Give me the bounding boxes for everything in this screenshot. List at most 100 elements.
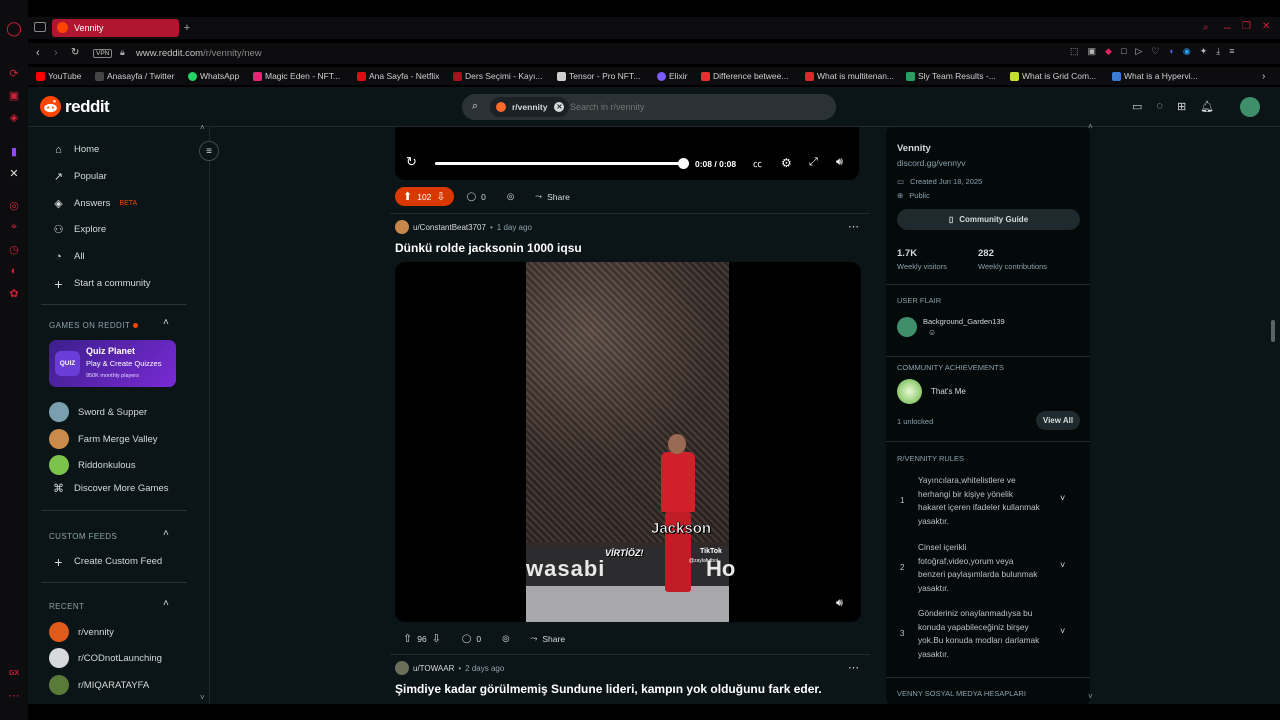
vpn-badge[interactable]: VPN [93, 49, 113, 58]
player-icon[interactable]: ◎ [7, 198, 21, 212]
twitch-icon[interactable]: ▮ [7, 144, 21, 158]
recent-vennity[interactable]: r/vennity [49, 622, 114, 642]
url-field[interactable]: www.reddit.com/r/vennity/new [136, 48, 262, 59]
game-farm-merge[interactable]: Farm Merge Valley [49, 429, 158, 449]
tab-list-icon[interactable] [34, 22, 46, 32]
create-post-icon[interactable]: ⊞ [1177, 100, 1186, 113]
post-author[interactable]: u/ConstantBeat3707 [413, 223, 486, 232]
post-author[interactable]: u/TOWAAR [413, 664, 454, 673]
nav-answers[interactable]: ◈ Answers BETA [52, 197, 137, 210]
more-icon[interactable]: ⋯ [7, 688, 21, 702]
page-scrollbar[interactable] [1271, 320, 1275, 342]
opera-logo-icon[interactable]: ◯ [6, 20, 22, 36]
bookmark-11[interactable]: What is Grid Com... [1010, 71, 1096, 81]
author-avatar[interactable] [395, 661, 409, 675]
bookmark-5[interactable]: Ders Seçimi - Kayı... [453, 71, 542, 81]
nav-explore[interactable]: ⚇ Explore [52, 223, 107, 236]
right-scroll-down-icon[interactable]: ˅ [1088, 692, 1093, 701]
notifications-icon[interactable]: 🔔︎ [1200, 100, 1214, 113]
nav-popular[interactable]: ↗ Popular [52, 170, 107, 183]
collapse-nav-icon[interactable]: ≡ [199, 141, 219, 161]
upvote-icon[interactable]: ⇧ [403, 632, 412, 645]
video-mute-icon[interactable]: 🔊︎ [836, 597, 843, 610]
search-subreddit-chip[interactable]: r/vennity ✕ [490, 97, 570, 117]
scroll-down-icon[interactable]: ˅ [200, 693, 205, 702]
post-2-title[interactable]: Şimdiye kadar görülmemiş Sundune lideri,… [395, 682, 822, 696]
game-riddonkulous[interactable]: Riddonkulous [49, 455, 136, 475]
community-link[interactable]: discord.gg/vennyv [897, 158, 966, 168]
view-all-button[interactable]: View All [1036, 411, 1080, 430]
forward-icon[interactable]: › [54, 47, 58, 59]
games-section-title[interactable]: GAMES ON REDDIT [49, 321, 138, 330]
rule-3[interactable]: 3 Gönderiniz onaylanmadıysa bu konuda yap… [886, 607, 1090, 667]
advertise-icon[interactable]: ▭ [1132, 100, 1142, 113]
bookmark-0[interactable]: YouTube [36, 71, 81, 81]
rule-2[interactable]: 2 Cinsel içerikli fotoğraf,video,yorum ve… [886, 541, 1090, 601]
new-tab-icon[interactable]: + [181, 22, 193, 34]
pin-icon[interactable]: ⌖ [7, 220, 21, 234]
chip-close-icon[interactable]: ✕ [554, 102, 565, 112]
scroll-up-icon[interactable]: ˄ [200, 123, 205, 132]
video-settings-icon[interactable]: ⚙ [781, 156, 792, 170]
chevron-down-icon[interactable]: ˅ [1060, 625, 1065, 639]
share-button[interactable]: ⤳ Share [523, 629, 574, 648]
recent-collapse-icon[interactable]: ˄ [163, 598, 169, 609]
vote-button-group[interactable]: ⬆︎ 102 ⇩ [395, 187, 454, 206]
snapshot-icon[interactable]: ⬚ [1070, 46, 1079, 60]
fullscreen-icon[interactable]: ⤢ [809, 156, 818, 169]
menu-icon[interactable]: ≡ [1229, 46, 1234, 60]
search-input[interactable] [570, 99, 810, 115]
settings-icon[interactable]: ✿ [7, 286, 21, 300]
create-custom-feed[interactable]: + Create Custom Feed [52, 554, 162, 570]
video-progress-track[interactable] [435, 162, 685, 165]
extensions-icon[interactable]: ◐ [7, 264, 21, 278]
comments-button[interactable]: ◯ 0 [459, 187, 494, 206]
bookmark-8[interactable]: Difference betwee... [701, 71, 788, 81]
chat-icon[interactable]: ◌ [1156, 100, 1163, 113]
bookmark-1[interactable]: Anasayfa / Twitter [95, 71, 174, 81]
reddit-logo[interactable]: reddit [40, 96, 110, 117]
recent-miqaratayfa[interactable]: r/MIQARATAYFA [49, 675, 149, 695]
bag-icon[interactable]: ▣ [7, 88, 21, 102]
bookmark-7[interactable]: Elixir [657, 71, 687, 81]
bookmark-10[interactable]: Sly Team Results -... [906, 71, 996, 81]
minimize-icon[interactable]: – [1224, 20, 1231, 34]
lock-icon[interactable]: 🔒︎ [120, 47, 125, 58]
maximize-icon[interactable]: ❐ [1242, 21, 1251, 32]
comments-button[interactable]: ◯ 0 [454, 629, 489, 648]
tab-vennity[interactable]: Vennity [52, 19, 179, 37]
nav-home[interactable]: ⌂ Home [52, 143, 99, 156]
award-button[interactable]: ◎ [499, 187, 522, 206]
chevron-down-icon[interactable]: ˅ [1060, 492, 1065, 506]
recent-title[interactable]: RECENT [49, 602, 84, 611]
x-icon[interactable]: ✕ [7, 166, 21, 180]
vote-button-group[interactable]: ⇧ 96 ⇩ [395, 629, 449, 648]
post-2-more-icon[interactable]: ⋯ [848, 661, 859, 674]
search-bar[interactable]: ⌕ r/vennity ✕ [462, 94, 836, 120]
reload-icon[interactable]: ↻ [71, 47, 79, 58]
post-1-title[interactable]: Dünkü rolde jacksonin 1000 iqsu [395, 241, 582, 255]
downvote-icon[interactable]: ⇩ [436, 190, 445, 203]
video-player[interactable]: ↻ 0:08 / 0:08 ㏄ ⚙ ⤢ 🔊︎ [395, 127, 859, 180]
custom-feeds-collapse-icon[interactable]: ˄ [163, 528, 169, 539]
post-1-video[interactable]: wasabi Ho Jackson VİRTİÖZ! TikTok @zayla… [395, 262, 861, 622]
discord-icon[interactable]: ◖ [1168, 46, 1173, 60]
bookmark-3[interactable]: Magic Eden - NFT... [253, 71, 340, 81]
bookmark-6[interactable]: Tensor - Pro NFT... [557, 71, 640, 81]
gx-icon[interactable]: GX [7, 666, 21, 680]
download-icon[interactable]: ⤓ [1216, 46, 1220, 60]
play-icon[interactable]: ▷ [1135, 46, 1142, 60]
screenshot-icon[interactable]: ▣ [1088, 46, 1097, 60]
vpn-ext-icon[interactable]: ◉ [1183, 46, 1191, 60]
community-guide-button[interactable]: ▯ Community Guide [897, 209, 1080, 230]
post-1-more-icon[interactable]: ⋯ [848, 220, 859, 233]
bookmarks-overflow-icon[interactable]: › [1262, 71, 1265, 82]
upvote-icon[interactable]: ⬆︎ [403, 190, 412, 203]
user-avatar[interactable] [1240, 97, 1260, 117]
extension-icon[interactable]: ✦ [1200, 46, 1208, 60]
award-button[interactable]: ◎ [494, 629, 517, 648]
bookmark-4[interactable]: Ana Sayfa - Netflix [357, 71, 439, 81]
achievement-badge-icon[interactable] [897, 379, 922, 404]
discover-more-games[interactable]: ⌘ Discover More Games [52, 482, 169, 495]
back-icon[interactable]: ‹ [36, 47, 40, 59]
